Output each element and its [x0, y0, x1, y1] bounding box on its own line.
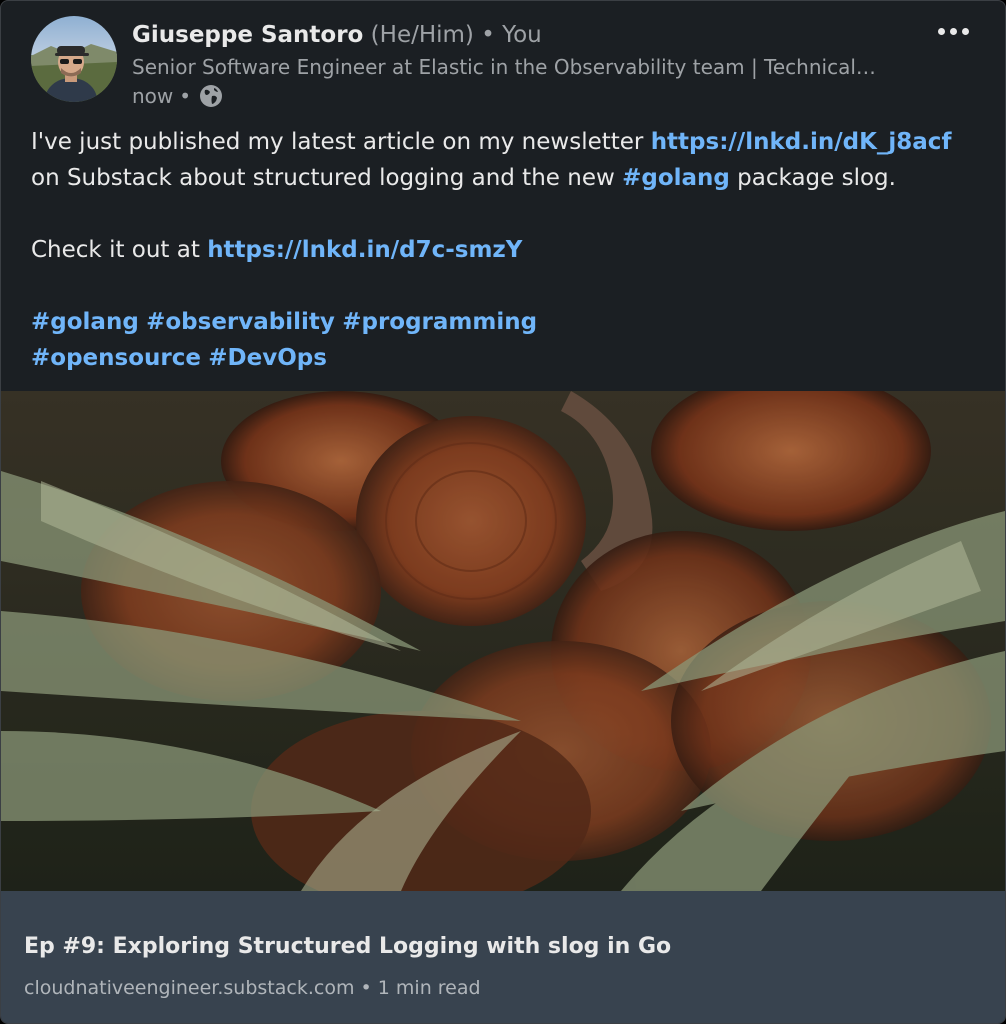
post-paragraph: Check it out at https://lnkd.in/d7c-smzY [31, 232, 981, 268]
preview-meta: cloudnativeengineer.substack.com • 1 min… [24, 973, 984, 1003]
more-options-button[interactable] [925, 15, 981, 47]
post-card: Giuseppe Santoro (He/Him) • You Senior S… [0, 0, 1006, 1024]
post-body: I've just published my latest article on… [31, 124, 981, 376]
preview-domain: cloudnativeengineer.substack.com [24, 977, 355, 999]
author-pronouns: (He/Him) [370, 22, 474, 48]
preview-read-time: 1 min read [377, 977, 481, 999]
author-avatar[interactable] [31, 16, 117, 102]
hashtag-devops[interactable]: #DevOps [208, 345, 327, 371]
globe-icon [199, 84, 223, 108]
more-options-dot [949, 27, 957, 35]
author-line: Giuseppe Santoro (He/Him) • You [132, 19, 542, 51]
author-relation: You [502, 22, 542, 48]
hashtag-observability[interactable]: #observability [146, 309, 335, 335]
hashtag-golang[interactable]: #golang [31, 309, 139, 335]
hashtags-line-2: #opensource #DevOps [31, 340, 981, 376]
more-options-icon [937, 27, 945, 35]
post-paragraph: I've just published my latest article on… [31, 124, 981, 196]
preview-separator: • [360, 977, 372, 999]
post-time: now [132, 84, 174, 108]
more-options-dot [961, 27, 969, 35]
article-cover-image[interactable] [1, 391, 1005, 891]
newsletter-link[interactable]: https://lnkd.in/dK_j8acf [651, 129, 952, 155]
body-text-segment: Check it out at [31, 237, 208, 263]
hashtag-opensource[interactable]: #opensource [31, 345, 201, 371]
body-text-segment: package slog. [729, 165, 896, 191]
hashtags-line-1: #golang #observability #programming [31, 304, 981, 340]
hashtag-golang-inline[interactable]: #golang [622, 165, 730, 191]
author-headline: Senior Software Engineer at Elastic in t… [132, 55, 877, 79]
post-header: Giuseppe Santoro (He/Him) • You Senior S… [1, 1, 1005, 121]
hashtag-programming[interactable]: #programming [342, 309, 537, 335]
preview-title[interactable]: Ep #9: Exploring Structured Logging with… [24, 929, 984, 965]
body-text-segment: on Substack about structured logging and… [31, 165, 623, 191]
author-separator: • [481, 22, 495, 48]
time-separator: • [179, 84, 192, 108]
body-text-segment: I've just published my latest article on… [31, 129, 651, 155]
article-link[interactable]: https://lnkd.in/d7c-smzY [207, 237, 522, 263]
post-timestamp-row: now • [132, 82, 223, 110]
author-name[interactable]: Giuseppe Santoro [132, 22, 363, 48]
